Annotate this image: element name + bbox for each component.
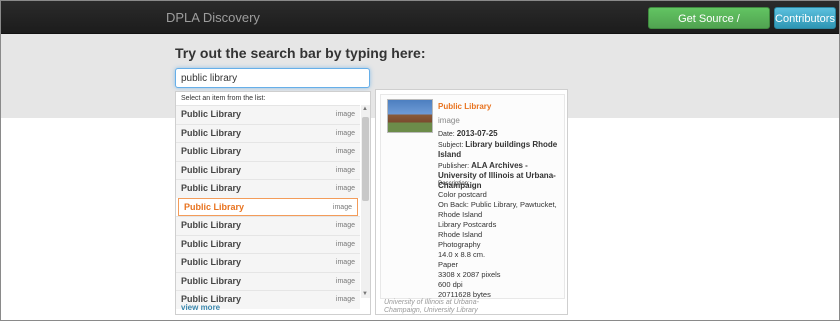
result-type: image [332,203,352,211]
result-type: image [335,296,355,303]
date-value: 2013-07-25 [456,129,498,138]
result-type: image [335,240,355,248]
search-input[interactable] [175,68,370,88]
result-title: Public Library [181,183,242,193]
autocomplete-dropdown: Select an item from the list: Public Lib… [175,91,371,315]
result-type: image [335,185,355,192]
result-type: image [335,166,355,174]
preview-subject: Subject: Library buildings Rhode Island [438,140,562,160]
results-list: Public Library image Public Library image Pu… [176,105,360,309]
preview-title[interactable]: Public Library [438,102,491,111]
description-line: 600 dpi [438,280,463,289]
scroll-up-icon[interactable]: ▲ [362,106,368,112]
preview-thumbnail[interactable] [387,99,433,133]
list-item[interactable]: Public Library image [176,123,360,142]
description-line: Color postcard [438,190,487,199]
description-line: Rhode Island [438,210,483,219]
result-title: Public Library [181,275,242,286]
description-line: On Back: Public Library, Pawtucket, [438,200,557,209]
source-line-2: Champaign, University Library [384,307,478,314]
result-title: Public Library [181,146,242,156]
scroll-thumb[interactable] [362,117,369,201]
description-line: Photography [438,240,481,249]
publisher-label: Publisher: [438,163,470,170]
description-label: Description: [438,181,470,187]
description-line: 3308 x 2087 pixels [438,270,501,279]
preview-source: University of Illinois at Urbana- Champa… [384,299,559,315]
list-item[interactable]: Public Library image [176,160,360,179]
preview-type: image [438,116,460,125]
page-heading: Try out the search bar by typing here: [175,45,426,61]
result-title: Public Library [181,220,242,230]
list-item[interactable]: Public Library image [176,105,360,124]
date-label: Date: [438,131,455,138]
result-type: image [335,259,355,266]
source-line-1: University of Illinois at Urbana- [384,299,479,306]
contributors-button[interactable]: Contributors [774,7,836,29]
navbar: DPLA Discovery Get Source / Documentatio… [1,1,839,47]
dropdown-hint: Select an item from the list: [181,95,266,102]
result-title: Public Library [181,257,242,267]
list-item[interactable]: Public Library image [176,179,360,198]
dropdown-scrollbar[interactable]: ▲ ▼ [361,105,370,298]
result-type: image [335,129,355,137]
result-title: Public Library [181,164,242,175]
view-more-link[interactable]: view more [181,303,220,312]
result-title: Public Library [181,238,242,249]
preview-date: Date: 2013-07-25 [438,129,562,139]
result-title: Public Library [181,127,242,138]
description-line: Library Postcards [438,220,497,229]
result-title: Public Library [184,201,245,212]
description-line: Rhode Island [438,230,483,239]
preview-card: Public Library image Date: 2013-07-25 Su… [380,94,565,299]
list-item[interactable]: Public Library image [176,253,360,272]
list-item[interactable]: Public Library image [176,234,360,253]
description-list: Color postcard On Back: Public Library, P… [438,190,562,300]
list-item-active[interactable]: Public Library image [178,197,358,216]
list-item[interactable]: Public Library image [176,142,360,161]
result-title: Public Library [181,109,242,119]
brand-title[interactable]: DPLA Discovery [166,10,260,25]
result-type: image [335,111,355,118]
preview-panel: Public Library image Date: 2013-07-25 Su… [375,89,568,315]
result-type: image [335,277,355,285]
scroll-down-icon[interactable]: ▼ [362,291,368,297]
subject-label: Subject: [438,142,464,149]
result-type: image [335,148,355,155]
result-type: image [335,222,355,229]
list-item[interactable]: Public Library image [176,216,360,235]
description-line: Paper [438,260,459,269]
description-line: 14.0 x 8.8 cm. [438,250,486,259]
list-item[interactable]: Public Library image [176,271,360,290]
get-source-button[interactable]: Get Source / Documentation [648,7,770,47]
